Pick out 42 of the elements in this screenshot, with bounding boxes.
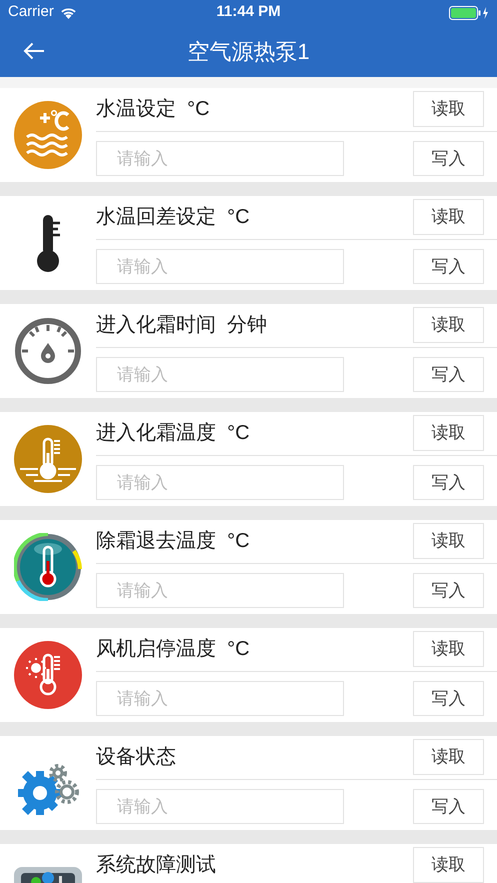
read-button[interactable]: 读取 (413, 199, 484, 235)
status-time: 11:44 PM (216, 2, 281, 22)
gauge-icon (14, 317, 82, 385)
setting-title: 水温设定 °C (96, 97, 210, 122)
input-field[interactable]: 请输入 (96, 357, 344, 392)
write-button[interactable]: 写入 (413, 357, 484, 392)
read-button[interactable]: 读取 (413, 91, 484, 127)
device-icon (14, 867, 82, 883)
write-button[interactable]: 写入 (413, 789, 484, 824)
write-button[interactable]: 写入 (413, 465, 484, 500)
carrier-label: Carrier (8, 2, 54, 22)
input-field[interactable]: 请输入 (96, 573, 344, 608)
read-button[interactable]: 读取 (413, 847, 484, 883)
write-button[interactable]: 写入 (413, 573, 484, 608)
wifi-icon (60, 6, 77, 18)
thermometer-icon (14, 641, 82, 709)
read-button[interactable]: 读取 (413, 307, 484, 343)
write-button[interactable]: 写入 (413, 681, 484, 716)
input-field[interactable]: 请输入 (96, 681, 344, 716)
write-button[interactable]: 写入 (413, 141, 484, 176)
setting-title: 风机启停温度 °C (96, 637, 250, 662)
back-arrow-icon (23, 42, 45, 60)
setting-title: 除霜退去温度 °C (96, 529, 250, 554)
read-button[interactable]: 读取 (413, 739, 484, 775)
input-field[interactable]: 请输入 (96, 789, 344, 824)
input-field[interactable]: 请输入 (96, 249, 344, 284)
read-button[interactable]: 读取 (413, 523, 484, 559)
setting-title: 进入化霜温度 °C (96, 421, 250, 446)
battery-icon (449, 6, 489, 20)
input-field[interactable]: 请输入 (96, 465, 344, 500)
thermometer-icon (14, 533, 82, 601)
setting-title: 进入化霜时间 分钟 (96, 313, 268, 338)
temperature-waves-icon (14, 101, 82, 169)
input-field[interactable]: 请输入 (96, 141, 344, 176)
screen-title: 空气源热泵1 (187, 38, 310, 66)
read-button[interactable]: 读取 (413, 631, 484, 667)
setting-title: 系统故障测试 (96, 853, 216, 878)
write-button[interactable]: 写入 (413, 249, 484, 284)
read-button[interactable]: 读取 (413, 415, 484, 451)
setting-title: 设备状态 (96, 745, 176, 770)
setting-title: 水温回差设定 °C (96, 205, 250, 230)
thermometer-icon (14, 425, 82, 493)
